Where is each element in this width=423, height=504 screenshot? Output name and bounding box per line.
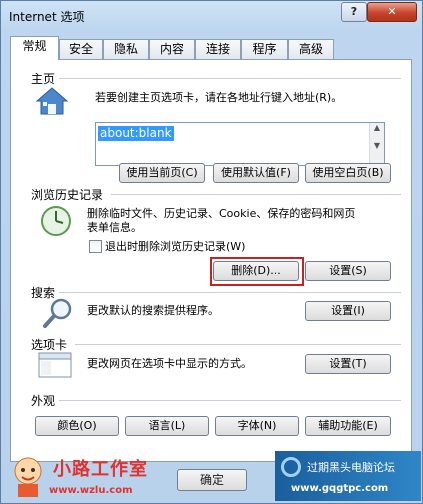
delete-button-highlight <box>210 257 304 286</box>
window-title: Internet 选项 <box>9 10 85 24</box>
delete-on-exit-checkbox[interactable] <box>89 240 102 253</box>
use-default-button[interactable]: 使用默认值(F) <box>213 163 299 183</box>
watermark-brand: 小路工作室 <box>53 459 148 480</box>
section-divider <box>59 400 401 401</box>
section-divider <box>75 344 401 345</box>
home-page-input[interactable]: about:blank ▲ ▼ <box>95 122 385 166</box>
tab-advanced[interactable]: 高级 <box>288 39 334 59</box>
close-button[interactable]: ✕ <box>367 2 417 22</box>
colors-button[interactable]: 颜色(O) <box>35 416 119 436</box>
section-divider <box>59 292 401 293</box>
watermark-left: 小路工作室 www.wzlu.com <box>9 453 169 503</box>
history-clock-icon <box>41 206 71 236</box>
home-icon <box>35 87 69 115</box>
title-bar[interactable]: Internet 选项 ? ✕ <box>1 1 422 31</box>
languages-button[interactable]: 语言(L) <box>125 416 209 436</box>
tab-general[interactable]: 常规 <box>10 36 59 60</box>
watermark-url: www.wzlu.com <box>49 485 133 496</box>
search-settings-button[interactable]: 设置(I) <box>305 301 391 321</box>
tab-connections[interactable]: 连接 <box>195 39 241 59</box>
mascot-icon <box>14 457 42 497</box>
history-description-line2: 表单信息。 <box>87 221 142 234</box>
use-blank-button[interactable]: 使用空白页(B) <box>305 163 391 183</box>
tabs-settings-button[interactable]: 设置(T) <box>305 354 391 374</box>
search-description: 更改默认的搜索提供程序。 <box>87 304 219 317</box>
watermark-right: 过期黑头电脑论坛 www.gqgtpc.com <box>275 451 421 501</box>
general-panel: 主页 若要创建主页选项卡，请在各地址行键入地址(R)。 about:blank … <box>10 59 412 462</box>
help-button[interactable]: ? <box>341 2 367 22</box>
delete-on-exit-label: 退出时删除浏览历史记录(W) <box>105 240 246 253</box>
history-description-line1: 删除临时文件、历史记录、Cookie、保存的密码和网页 <box>87 207 356 220</box>
forum-logo-icon <box>281 457 301 477</box>
tabs-window-icon <box>38 352 72 378</box>
home-input-scrollbar[interactable]: ▲ ▼ <box>369 123 384 165</box>
use-current-button[interactable]: 使用当前页(C) <box>119 163 205 183</box>
home-section-title: 主页 <box>31 72 56 86</box>
watermark-forum-url: www.gqgtpc.com <box>291 483 389 494</box>
tab-programs[interactable]: 程序 <box>241 39 288 59</box>
internet-options-window: Internet 选项 ? ✕ 常规 安全 隐私 内容 连接 程序 高级 主页 … <box>0 0 423 504</box>
section-divider <box>111 194 401 195</box>
fonts-button[interactable]: 字体(N) <box>215 416 299 436</box>
appearance-section-title: 外观 <box>31 394 56 408</box>
ok-button[interactable]: 确定 <box>177 469 247 491</box>
accessibility-button[interactable]: 辅助功能(E) <box>305 416 391 436</box>
home-page-value: about:blank <box>98 126 174 141</box>
history-settings-button[interactable]: 设置(S) <box>305 261 391 281</box>
tab-security[interactable]: 安全 <box>59 39 103 59</box>
search-magnifier-icon <box>43 298 72 328</box>
tab-content[interactable]: 内容 <box>149 39 195 59</box>
section-divider <box>59 78 401 79</box>
history-section-title: 浏览历史记录 <box>31 188 104 202</box>
tab-privacy[interactable]: 隐私 <box>103 39 149 59</box>
home-description: 若要创建主页选项卡，请在各地址行键入地址(R)。 <box>95 91 343 104</box>
watermark-forum-name: 过期黑头电脑论坛 <box>307 461 395 474</box>
tabs-description: 更改网页在选项卡中显示的方式。 <box>87 357 252 370</box>
